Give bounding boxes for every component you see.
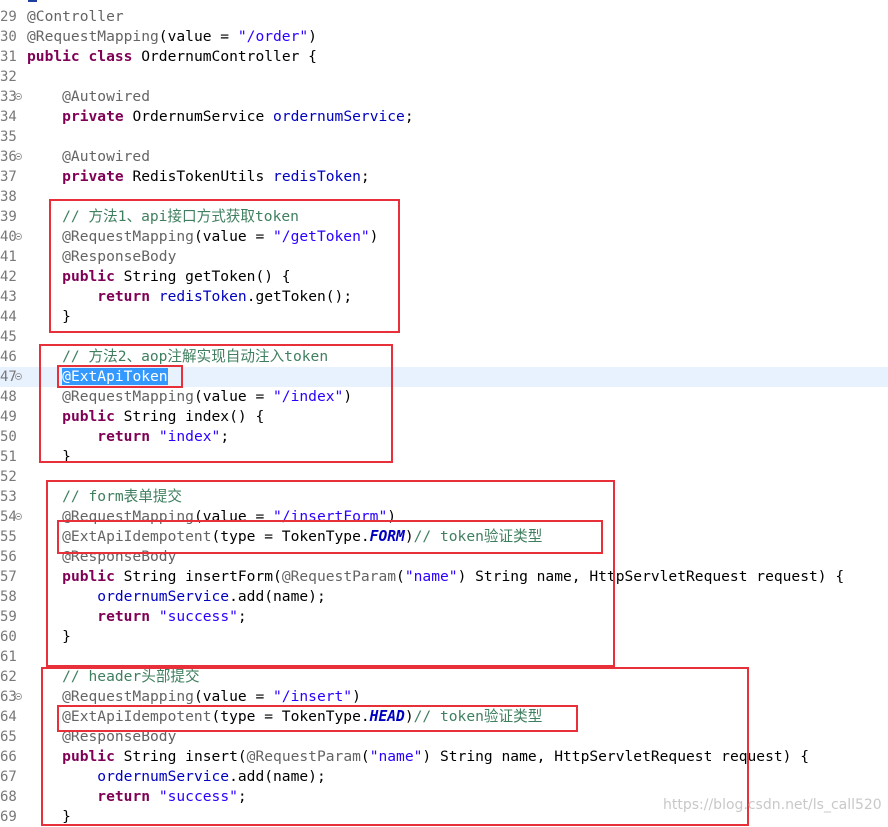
line-number: 45	[0, 329, 17, 345]
code-text: @RequestMapping(value = "/order")	[27, 27, 317, 47]
code-token: "/order"	[237, 28, 309, 45]
code-token: ;	[360, 168, 370, 185]
line-number: 38	[0, 189, 17, 205]
line-number: 69	[0, 809, 17, 825]
fold-toggle-icon[interactable]	[15, 513, 22, 520]
fold-toggle-icon[interactable]	[15, 233, 22, 240]
line-number: 56	[0, 549, 17, 565]
code-token: @Controller	[27, 8, 124, 25]
line-number: 32	[0, 69, 17, 85]
line-number: 29	[0, 9, 17, 25]
highlight-box-extapitoken	[57, 365, 183, 388]
code-token: @Autowired	[27, 148, 151, 165]
code-token: RedisTokenUtils	[123, 168, 274, 185]
line-number: 65	[0, 729, 17, 745]
line-number: 52	[0, 469, 17, 485]
code-line[interactable]: 29 @Controller	[0, 7, 888, 27]
code-line[interactable]: 35	[0, 127, 888, 147]
highlight-box-method2	[39, 344, 393, 463]
line-number: 39	[0, 209, 17, 225]
line-number: 53	[0, 489, 17, 505]
code-line[interactable]: 37 private RedisTokenUtils redisToken;	[0, 167, 888, 187]
line-number: 35	[0, 129, 17, 145]
code-token: class	[88, 48, 133, 65]
code-token: private	[62, 168, 124, 185]
line-number: 61	[0, 649, 17, 665]
code-token: @RequestMapping	[27, 28, 159, 45]
code-line[interactable]: 30 @RequestMapping(value = "/order")	[0, 27, 888, 47]
fold-toggle-icon[interactable]	[15, 153, 22, 160]
line-number: 60	[0, 629, 17, 645]
code-token: public	[27, 48, 80, 65]
line-number: 63	[0, 689, 17, 705]
fold-toggle-icon[interactable]	[15, 693, 22, 700]
line-number: 34	[0, 109, 17, 125]
line-number: 47	[0, 369, 17, 385]
line-number: 42	[0, 269, 17, 285]
highlight-box-form-idempotent	[57, 520, 603, 554]
code-text: private RedisTokenUtils redisToken;	[27, 167, 370, 187]
code-token: OrdernumService	[123, 108, 274, 125]
line-number: 48	[0, 389, 17, 405]
line-number: 33	[0, 89, 17, 105]
code-text: private OrdernumService ordernumService;	[27, 107, 414, 127]
code-token: redisToken	[273, 168, 361, 185]
line-number: 59	[0, 609, 17, 625]
previous-line-fragment	[28, 0, 37, 2]
code-line[interactable]: 34 private OrdernumService ordernumServi…	[0, 107, 888, 127]
code-editor[interactable]: 29 @Controller 30 @RequestMapping(value = "…	[0, 0, 888, 826]
code-token: )	[308, 28, 317, 45]
code-token: private	[62, 108, 124, 125]
code-line[interactable]: 36 @Autowired	[0, 147, 888, 167]
fold-toggle-icon[interactable]	[15, 373, 22, 380]
line-number: 57	[0, 569, 17, 585]
watermark: https://blog.csdn.net/ls_call520	[663, 797, 882, 813]
fold-toggle-icon[interactable]	[15, 93, 22, 100]
code-token: (value =	[158, 28, 238, 45]
highlight-box-head-idempotent	[57, 705, 578, 732]
code-line[interactable]: 33 @Autowired	[0, 87, 888, 107]
code-token: @Autowired	[27, 88, 151, 105]
highlight-box-form-submit	[46, 480, 615, 667]
line-number: 31	[0, 49, 17, 65]
line-number: 66	[0, 749, 17, 765]
line-number: 36	[0, 149, 17, 165]
line-number: 54	[0, 509, 17, 525]
line-number: 37	[0, 169, 17, 185]
code-line[interactable]: 31 public class OrdernumController {	[0, 47, 888, 67]
code-token: OrdernumController {	[132, 48, 317, 65]
highlight-box-method1	[49, 199, 400, 333]
line-number: 44	[0, 309, 17, 325]
line-number: 30	[0, 29, 17, 45]
line-number: 55	[0, 529, 17, 545]
line-number: 62	[0, 669, 17, 685]
code-token: ;	[404, 108, 414, 125]
code-text: @Autowired	[27, 87, 150, 107]
code-text: public class OrdernumController {	[27, 47, 317, 67]
line-number: 68	[0, 789, 17, 805]
line-number: 40	[0, 229, 17, 245]
line-number: 49	[0, 409, 17, 425]
code-text: @Autowired	[27, 147, 150, 167]
line-number: 51	[0, 449, 17, 465]
line-number: 50	[0, 429, 17, 445]
code-text: @Controller	[27, 7, 124, 27]
code-line[interactable]: 32	[0, 67, 888, 87]
line-number: 64	[0, 709, 17, 725]
line-number: 43	[0, 289, 17, 305]
line-number: 67	[0, 769, 17, 785]
line-number: 46	[0, 349, 17, 365]
highlight-box-header-submit	[41, 667, 749, 826]
line-number: 41	[0, 249, 17, 265]
code-token: ordernumService	[273, 108, 405, 125]
line-number: 58	[0, 589, 17, 605]
